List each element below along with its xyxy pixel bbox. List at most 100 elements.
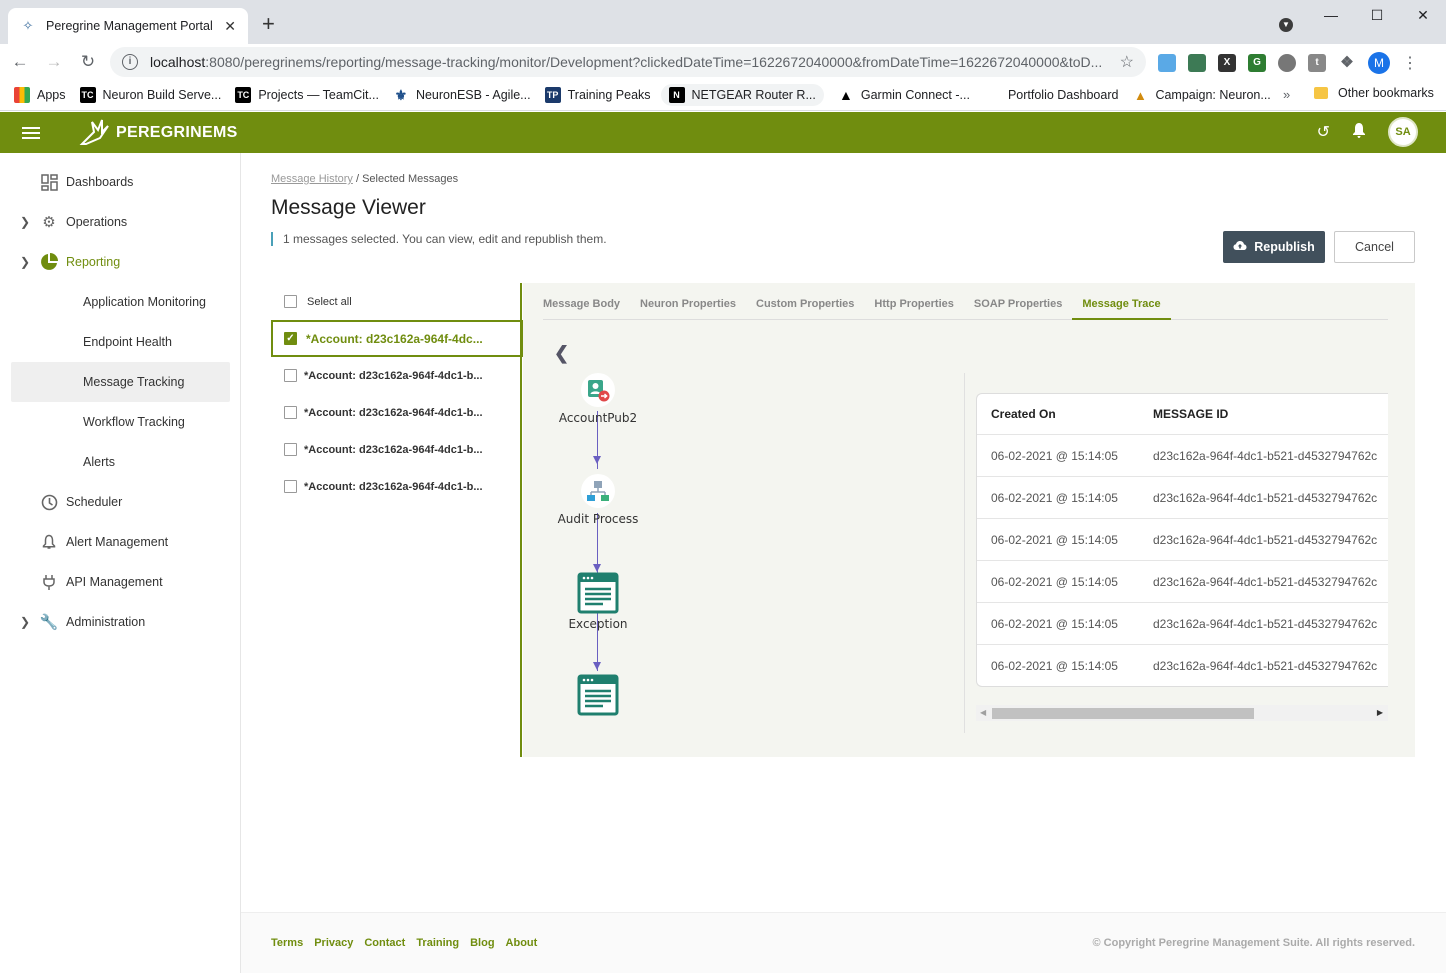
bookmark-projects-teamcity[interactable]: TC Projects — TeamCit... xyxy=(235,87,379,103)
table-row[interactable]: 06-02-2021 @ 15:14:05 d23c162a-964f-4dc1-… xyxy=(977,602,1388,644)
column-header-created-on[interactable]: Created On xyxy=(991,394,1056,434)
list-item[interactable]: *Account: d23c162a-964f-4dc1-b... xyxy=(271,431,523,468)
select-all-checkbox[interactable] xyxy=(284,295,297,308)
profile-avatar[interactable]: M xyxy=(1368,52,1390,74)
cloud-extension-icon[interactable] xyxy=(1158,54,1176,72)
sidebar-item-api-management[interactable]: API Management xyxy=(0,562,241,602)
sidebar-item-application-monitoring[interactable]: Application Monitoring xyxy=(0,282,241,322)
bookmark-label: Portfolio Dashboard xyxy=(1007,88,1119,102)
user-avatar[interactable]: SA xyxy=(1388,117,1418,147)
sidebar-item-operations[interactable]: ❯ ⚙ Operations xyxy=(0,202,241,242)
minimize-button[interactable]: — xyxy=(1308,0,1354,30)
circle-extension-icon[interactable] xyxy=(1278,54,1296,72)
scrollbar-thumb[interactable] xyxy=(992,708,1254,719)
horizontal-scrollbar[interactable]: ◀ ▶ xyxy=(976,705,1388,721)
scroll-left-arrow-icon[interactable]: ◀ xyxy=(980,708,986,717)
site-info-icon[interactable]: i xyxy=(122,54,138,70)
bookmark-neuronesb-agile[interactable]: ⚜ NeuronESB - Agile... xyxy=(393,87,531,103)
list-item[interactable]: *Account: d23c162a-964f-4dc1-b... xyxy=(271,394,523,431)
new-tab-button[interactable]: + xyxy=(262,12,275,36)
sidebar-item-alert-management[interactable]: Alert Management xyxy=(0,522,241,562)
republish-button[interactable]: Republish xyxy=(1223,231,1325,263)
cancel-button[interactable]: Cancel xyxy=(1334,231,1415,263)
sidebar-item-workflow-tracking[interactable]: Workflow Tracking xyxy=(0,402,241,442)
close-window-button[interactable]: ✕ xyxy=(1400,0,1446,30)
sidebar-item-administration[interactable]: ❯ 🔧 Administration xyxy=(0,602,241,642)
footer-link-training[interactable]: Training xyxy=(416,937,459,949)
table-row[interactable]: 06-02-2021 @ 15:14:05 d23c162a-964f-4dc1-… xyxy=(977,518,1388,560)
list-item[interactable]: *Account: d23c162a-964f-4dc1-b... xyxy=(271,468,523,505)
footer-link-about[interactable]: About xyxy=(506,937,538,949)
maximize-button[interactable]: ☐ xyxy=(1354,0,1400,30)
message-checkbox[interactable] xyxy=(284,480,297,493)
sidebar-item-scheduler[interactable]: Scheduler xyxy=(0,482,241,522)
bookmark-apps[interactable]: Apps xyxy=(14,87,66,103)
table-row[interactable]: 06-02-2021 @ 15:14:05 d23c162a-964f-4dc1-… xyxy=(977,476,1388,518)
chevron-left-icon[interactable]: ❮ xyxy=(554,343,569,364)
tab-search-icon[interactable]: ▼ xyxy=(1279,18,1293,32)
tab-message-trace[interactable]: Message Trace xyxy=(1072,283,1171,320)
flow-node-exception[interactable]: Exception xyxy=(553,571,643,631)
sidebar-item-endpoint-health[interactable]: Endpoint Health xyxy=(0,322,241,362)
table-row[interactable]: 06-02-2021 @ 15:14:05 d23c162a-964f-4dc1-… xyxy=(977,434,1388,476)
tab-neuron-properties[interactable]: Neuron Properties xyxy=(630,283,746,320)
tab-http-properties[interactable]: Http Properties xyxy=(864,283,963,320)
image-extension-icon[interactable] xyxy=(1188,54,1206,72)
tab-message-body[interactable]: Message Body xyxy=(543,283,630,320)
x-extension-icon[interactable]: X xyxy=(1218,54,1236,72)
more-bookmarks-icon[interactable]: » xyxy=(1283,87,1290,102)
tab-custom-properties[interactable]: Custom Properties xyxy=(746,283,864,320)
list-item[interactable]: ✓ *Account: d23c162a-964f-4dc... xyxy=(271,320,523,357)
message-checkbox[interactable] xyxy=(284,406,297,419)
sidebar-item-dashboards[interactable]: Dashboards xyxy=(0,162,241,202)
footer-link-blog[interactable]: Blog xyxy=(470,937,494,949)
sidebar-item-label: Administration xyxy=(66,615,146,629)
forward-arrow-icon[interactable]: → xyxy=(40,52,68,72)
bookmark-campaign[interactable]: ▲ Campaign: Neuron... xyxy=(1132,87,1271,103)
sidebar-item-alerts[interactable]: Alerts xyxy=(0,442,241,482)
notifications-bell-icon[interactable] xyxy=(1352,122,1366,143)
tab-soap-properties[interactable]: SOAP Properties xyxy=(964,283,1072,320)
bookmark-portfolio[interactable]: Portfolio Dashboard xyxy=(1008,88,1118,102)
breadcrumb-link-message-history[interactable]: Message History xyxy=(271,173,353,185)
browser-menu-icon[interactable]: ⋮ xyxy=(1402,53,1418,73)
hamburger-menu-icon[interactable] xyxy=(22,126,40,139)
reload-icon[interactable]: ↻ xyxy=(74,52,102,72)
flow-node-accountpub2[interactable]: AccountPub2 xyxy=(553,373,643,425)
list-item[interactable]: *Account: d23c162a-964f-4dc1-b... xyxy=(271,357,523,394)
bookmark-neuron-build[interactable]: TC Neuron Build Serve... xyxy=(79,87,221,103)
table-row[interactable]: 06-02-2021 @ 15:14:05 d23c162a-964f-4dc1-… xyxy=(977,644,1388,686)
history-icon[interactable]: ↺ xyxy=(1317,122,1330,142)
puzzle-extensions-icon[interactable]: ❖ xyxy=(1338,54,1356,72)
footer: Terms Privacy Contact Training Blog Abou… xyxy=(241,912,1446,973)
footer-link-privacy[interactable]: Privacy xyxy=(314,937,353,949)
back-arrow-icon[interactable]: ← xyxy=(6,52,34,72)
bookmark-garmin[interactable]: ▲ Garmin Connect -... xyxy=(838,87,970,103)
browser-tab[interactable]: ✧ Peregrine Management Portal ✕ xyxy=(8,8,248,44)
brand-logo[interactable]: PEREGRINEMS xyxy=(78,118,238,148)
sidebar-item-message-tracking[interactable]: Message Tracking xyxy=(11,362,230,402)
t-extension-icon[interactable]: t xyxy=(1308,54,1326,72)
sidebar-item-reporting[interactable]: ❯ Reporting xyxy=(0,242,241,282)
message-checkbox[interactable] xyxy=(284,369,297,382)
flow-node-document[interactable] xyxy=(553,673,643,721)
table-row[interactable]: 06-02-2021 @ 15:14:05 d23c162a-964f-4dc1-… xyxy=(977,560,1388,602)
bookmark-training-peaks[interactable]: TP Training Peaks xyxy=(544,87,651,103)
footer-link-terms[interactable]: Terms xyxy=(271,937,303,949)
grammar-extension-icon[interactable]: G xyxy=(1248,54,1266,72)
apps-grid-icon xyxy=(14,87,30,103)
message-checkbox[interactable] xyxy=(284,443,297,456)
address-bar[interactable]: i localhost:8080/peregrinems/reporting/m… xyxy=(110,47,1146,77)
close-tab-icon[interactable]: ✕ xyxy=(224,18,236,35)
flow-node-audit-process[interactable]: Audit Process xyxy=(553,474,643,526)
column-header-message-id[interactable]: MESSAGE ID xyxy=(1153,394,1228,434)
scroll-right-arrow-icon[interactable]: ▶ xyxy=(1377,708,1383,717)
select-all-row[interactable]: Select all xyxy=(271,283,521,320)
bookmark-star-icon[interactable]: ☆ xyxy=(1120,52,1134,72)
bookmark-netgear[interactable]: N NETGEAR Router R... xyxy=(660,84,824,106)
footer-link-contact[interactable]: Contact xyxy=(364,937,405,949)
message-checkbox-checked[interactable]: ✓ xyxy=(284,332,297,345)
other-bookmarks[interactable]: Other bookmarks xyxy=(1314,86,1434,100)
message-id-cell: d23c162a-964f-4dc1-b521-d4532794762c xyxy=(1153,533,1378,547)
sidebar: Dashboards ❯ ⚙ Operations ❯ Reporting Ap… xyxy=(0,153,241,973)
